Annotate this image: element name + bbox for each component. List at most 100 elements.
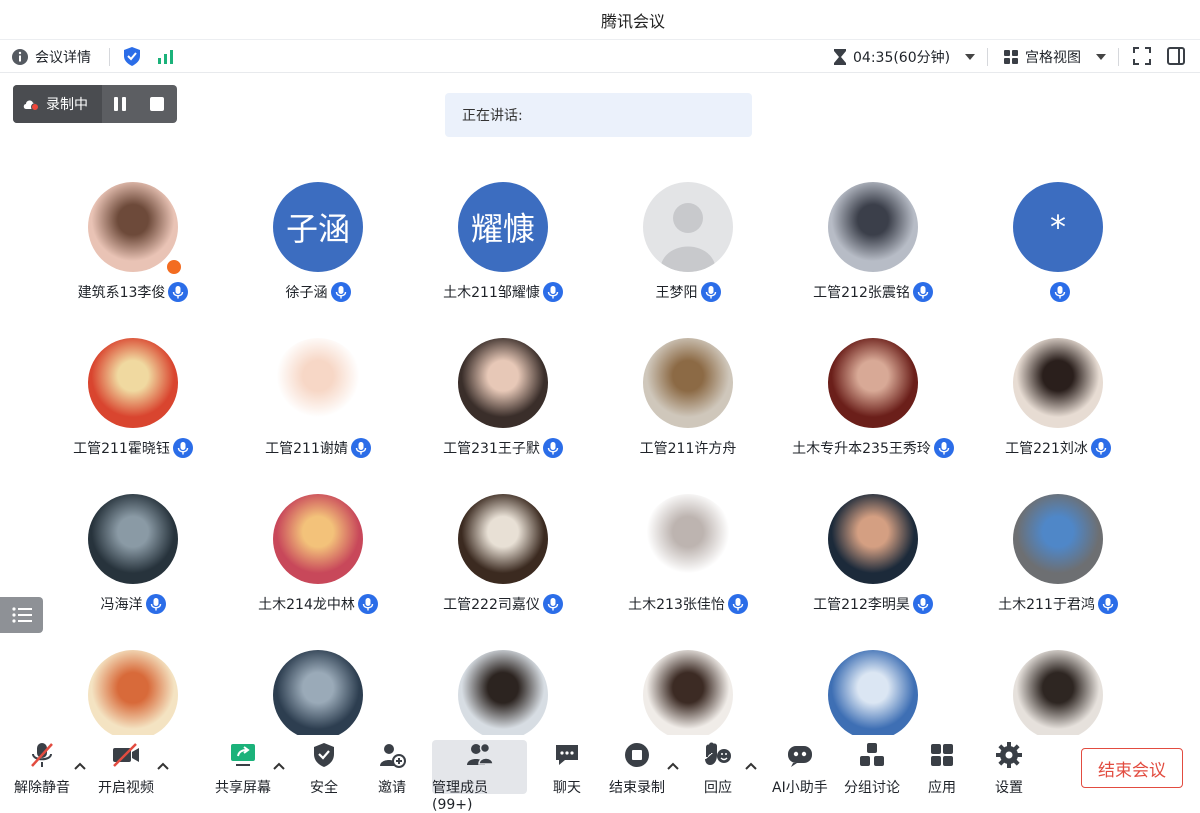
participant-tile[interactable]: 工管211霍晓钰 <box>43 338 223 468</box>
share-screen-label: 共享屏幕 <box>215 780 271 796</box>
participant-name-row: 土木211于君鸿 <box>948 594 1168 614</box>
participant-tile[interactable]: 土木213张佳怡 <box>598 494 778 624</box>
participant-name: 工管222司嘉仪 <box>443 597 540 613</box>
participant-name: 王梦阳 <box>655 285 698 301</box>
react-button[interactable]: 回应 <box>703 741 733 797</box>
view-mode-label: 宫格视图 <box>1025 49 1081 66</box>
add-user-icon <box>380 744 406 768</box>
divider <box>1118 48 1119 66</box>
participant-tile[interactable]: 王梦阳 <box>598 182 778 312</box>
participant-tile[interactable]: 工管211许方舟 <box>598 338 778 468</box>
start-video-button[interactable]: 开启视频 <box>98 741 154 797</box>
participant-tile[interactable]: 土木211于君鸿 <box>968 494 1148 624</box>
app-title: 腾讯会议 <box>600 11 665 31</box>
meeting-info-label: 会议详情 <box>35 49 91 66</box>
manage-members-content: 管理成员(99+) <box>432 741 527 813</box>
participant-tile[interactable]: 工管222司嘉仪 <box>413 494 593 624</box>
microphone-icon <box>912 594 933 614</box>
participant-name-row: 工管221刘冰 <box>948 438 1168 458</box>
chat-button[interactable]: 聊天 <box>553 741 581 797</box>
shield-check-icon[interactable] <box>123 46 141 67</box>
participant-tile[interactable]: 工管212李明昊 <box>783 494 963 624</box>
share-screen-button[interactable]: 共享屏幕 <box>215 741 271 797</box>
view-mode-button[interactable]: 宫格视图 <box>1003 47 1107 67</box>
participant-tile[interactable]: 工管221刘冰 <box>968 338 1148 468</box>
meeting-info-button[interactable]: 会议详情 <box>11 47 91 67</box>
participant-name: 冯海洋 <box>100 597 143 613</box>
invite-button[interactable]: 邀请 <box>378 741 406 797</box>
cloud-record-icon <box>23 100 39 111</box>
chevron-up-icon[interactable] <box>73 761 87 771</box>
raise-hand-icon <box>705 742 731 766</box>
participant-name: 工管221刘冰 <box>1005 441 1088 457</box>
divider <box>987 48 988 66</box>
participant-tile[interactable]: 子涵 徐子涵 <box>228 182 408 312</box>
pause-icon[interactable] <box>111 95 129 113</box>
gear-icon <box>996 742 1022 768</box>
microphone-icon <box>168 282 189 302</box>
unmute-button[interactable]: 解除静音 <box>14 741 70 797</box>
fullscreen-icon[interactable] <box>1133 47 1151 65</box>
participant-tile[interactable]: 土木专升本235王秀玲 <box>783 338 963 468</box>
apps-button[interactable]: 应用 <box>928 741 956 797</box>
settings-button[interactable]: 设置 <box>995 741 1023 797</box>
participant-tile[interactable]: 建筑系13李俊 <box>43 182 223 312</box>
breakout-button[interactable]: 分组讨论 <box>844 741 900 797</box>
microphone-icon <box>330 282 351 302</box>
chevron-up-icon[interactable] <box>156 761 170 771</box>
side-panel-icon[interactable] <box>1167 47 1185 65</box>
avatar <box>273 650 363 740</box>
avatar <box>828 650 918 740</box>
list-icon <box>11 607 32 623</box>
recording-indicator: 录制中 <box>13 85 177 123</box>
stop-record-icon <box>625 743 649 767</box>
meeting-top-bar: 会议详情 04:35(60分钟) 宫格视图 <box>0 41 1200 73</box>
chevron-up-icon[interactable] <box>744 761 758 771</box>
participant-list-toggle[interactable] <box>0 597 43 633</box>
participant-name: 工管211谢婧 <box>265 441 348 457</box>
stop-recording-button[interactable]: 结束录制 <box>609 741 665 797</box>
microphone-icon <box>350 438 371 458</box>
microphone-icon <box>542 282 563 302</box>
ai-assistant-button[interactable]: AI小助手 <box>772 741 828 797</box>
avatar <box>1013 494 1103 584</box>
signal-strength-icon[interactable] <box>157 49 175 65</box>
breakout-label: 分组讨论 <box>844 780 900 796</box>
participant-name: 工管211霍晓钰 <box>73 441 170 457</box>
avatar <box>828 338 918 428</box>
microphone-icon <box>145 594 166 614</box>
avatar <box>458 650 548 740</box>
stop-recording-label: 结束录制 <box>609 780 665 796</box>
microphone-icon <box>1049 282 1070 302</box>
security-button[interactable]: 安全 <box>310 741 338 797</box>
chat-icon <box>556 745 578 765</box>
bottom-toolbar: 解除静音 开启视频 共享屏幕 安全 邀请 管理成员(99+) 聊天 结束录制 回… <box>0 735 1200 813</box>
default-person-icon <box>660 203 716 272</box>
microphone-icon <box>1090 438 1111 458</box>
participant-tile[interactable]: * <box>968 182 1148 312</box>
avatar <box>643 338 733 428</box>
manage-members-button[interactable]: 管理成员(99+) <box>432 740 527 813</box>
stop-icon[interactable] <box>149 96 165 112</box>
participant-tile[interactable]: 工管211谢婧 <box>228 338 408 468</box>
participant-tile[interactable]: 冯海洋 <box>43 494 223 624</box>
participant-tile[interactable]: 耀慷 土木211邹耀慷 <box>413 182 593 312</box>
avatar <box>1013 650 1103 740</box>
hourglass-icon <box>834 48 846 65</box>
chat-label: 聊天 <box>553 780 581 796</box>
chevron-up-icon[interactable] <box>272 761 286 771</box>
manage-members-label: 管理成员(99+) <box>432 780 488 813</box>
microphone-muted-icon <box>31 743 53 767</box>
participant-tile[interactable]: 土木214龙中林 <box>228 494 408 624</box>
speaking-banner: 正在讲话: <box>445 93 752 137</box>
chevron-up-icon[interactable] <box>666 761 680 771</box>
avatar <box>88 338 178 428</box>
settings-label: 设置 <box>995 780 1023 796</box>
participant-name: 徐子涵 <box>285 285 328 301</box>
meeting-timer[interactable]: 04:35(60分钟) <box>833 47 976 67</box>
shield-icon <box>314 743 334 767</box>
react-label: 回应 <box>704 780 732 796</box>
end-meeting-button[interactable]: 结束会议 <box>1081 748 1183 788</box>
participant-tile[interactable]: 工管212张震铭 <box>783 182 963 312</box>
participant-tile[interactable]: 工管231王子默 <box>413 338 593 468</box>
